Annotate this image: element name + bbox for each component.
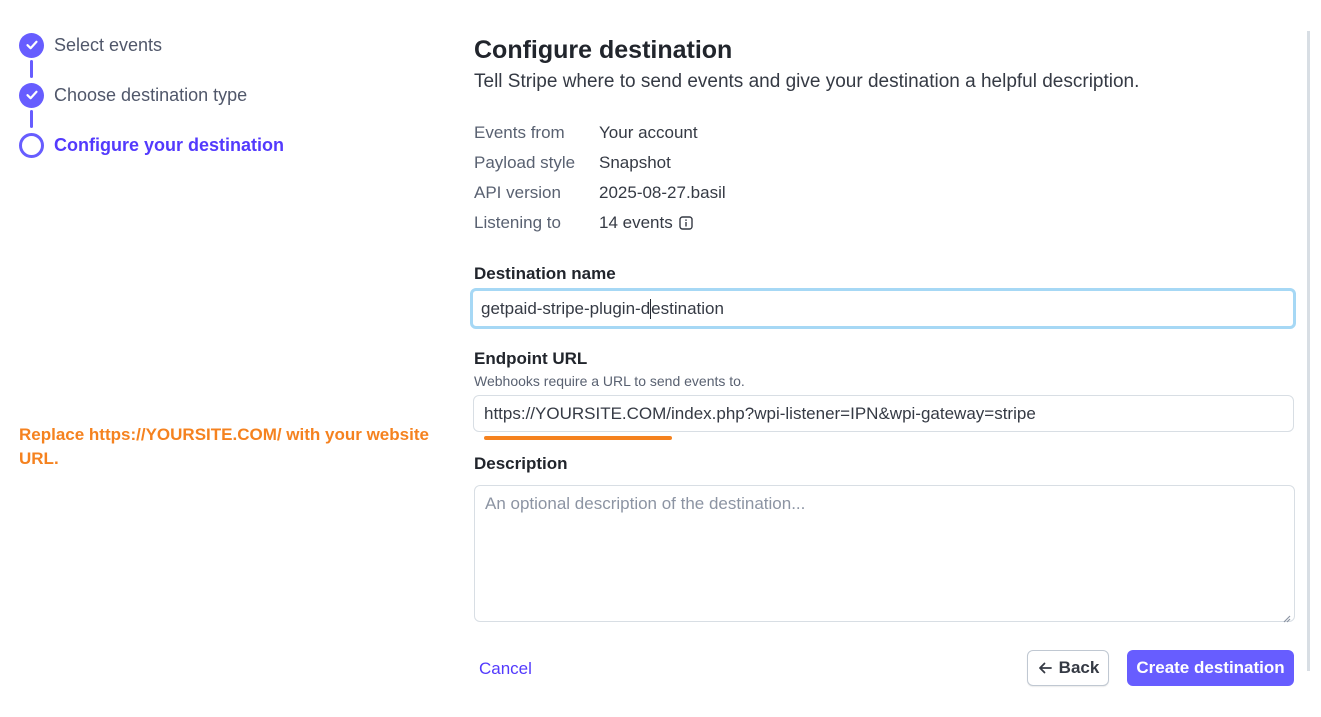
scrollbar[interactable]	[1307, 31, 1310, 671]
step-label: Configure your destination	[54, 134, 285, 155]
destination-name-label: Destination name	[474, 264, 616, 283]
summary-value: Your account	[599, 123, 698, 142]
configure-destination-panel: Configure destination Tell Stripe where …	[470, 30, 1296, 623]
step-connector	[30, 60, 33, 78]
highlight-underline	[484, 436, 672, 440]
destination-summary: Events from Your account Payload style S…	[474, 118, 974, 238]
step-label: Choose destination type	[54, 84, 248, 105]
summary-key: Payload style	[474, 153, 576, 172]
description-placeholder: An optional description of the destinati…	[485, 494, 806, 513]
endpoint-url-help: Webhooks require a URL to send events to…	[474, 373, 745, 389]
summary-value: Snapshot	[599, 153, 671, 172]
cancel-link[interactable]: Cancel	[479, 657, 532, 681]
annotation-note: Replace https://YOURSITE.COM/ with your …	[19, 425, 429, 468]
back-button-label: Back	[1058, 658, 1100, 677]
page-title: Configure destination	[474, 36, 733, 64]
endpoint-url-value: https://YOURSITE.COM/index.php?wpi-liste…	[484, 403, 1036, 423]
summary-key: API version	[474, 183, 561, 202]
summary-value: 14 events	[599, 213, 693, 233]
arrow-left-icon	[1038, 662, 1052, 674]
summary-key: Listening to	[474, 213, 561, 232]
description-label: Description	[474, 454, 568, 473]
create-destination-button[interactable]: Create destination	[1127, 650, 1294, 686]
summary-row: Events from Your account	[474, 118, 974, 148]
endpoint-url-label: Endpoint URL	[474, 349, 588, 368]
back-button[interactable]: Back	[1027, 650, 1109, 686]
summary-value: 2025-08-27.basil	[599, 183, 726, 202]
summary-key: Events from	[474, 123, 565, 142]
current-step-circle-icon	[19, 132, 44, 158]
step-label: Select events	[54, 34, 163, 55]
check-icon	[19, 82, 44, 108]
listening-count: 14 events	[599, 213, 673, 232]
resize-grip-icon[interactable]	[1281, 608, 1291, 623]
summary-row: API version 2025-08-27.basil	[474, 178, 974, 208]
create-destination-label: Create destination	[1136, 658, 1285, 677]
endpoint-url-input[interactable]: https://YOURSITE.COM/index.php?wpi-liste…	[473, 395, 1294, 432]
description-textarea[interactable]: An optional description of the destinati…	[474, 485, 1295, 623]
summary-row: Payload style Snapshot	[474, 148, 974, 178]
step-choose-destination-type[interactable]: Choose destination type	[19, 82, 247, 108]
summary-row: Listening to 14 events	[474, 208, 974, 238]
info-icon[interactable]	[679, 216, 693, 230]
step-connector	[30, 110, 33, 128]
step-select-events[interactable]: Select events	[19, 32, 162, 58]
destination-name-value-end: estination	[651, 298, 724, 318]
check-icon	[19, 32, 44, 58]
destination-name-value-start: getpaid-stripe-plugin-d	[481, 298, 651, 318]
step-configure-destination: Configure your destination	[19, 132, 284, 158]
page-subtitle: Tell Stripe where to send events and giv…	[474, 71, 1140, 92]
destination-name-input[interactable]: getpaid-stripe-plugin-d estination	[470, 288, 1296, 329]
